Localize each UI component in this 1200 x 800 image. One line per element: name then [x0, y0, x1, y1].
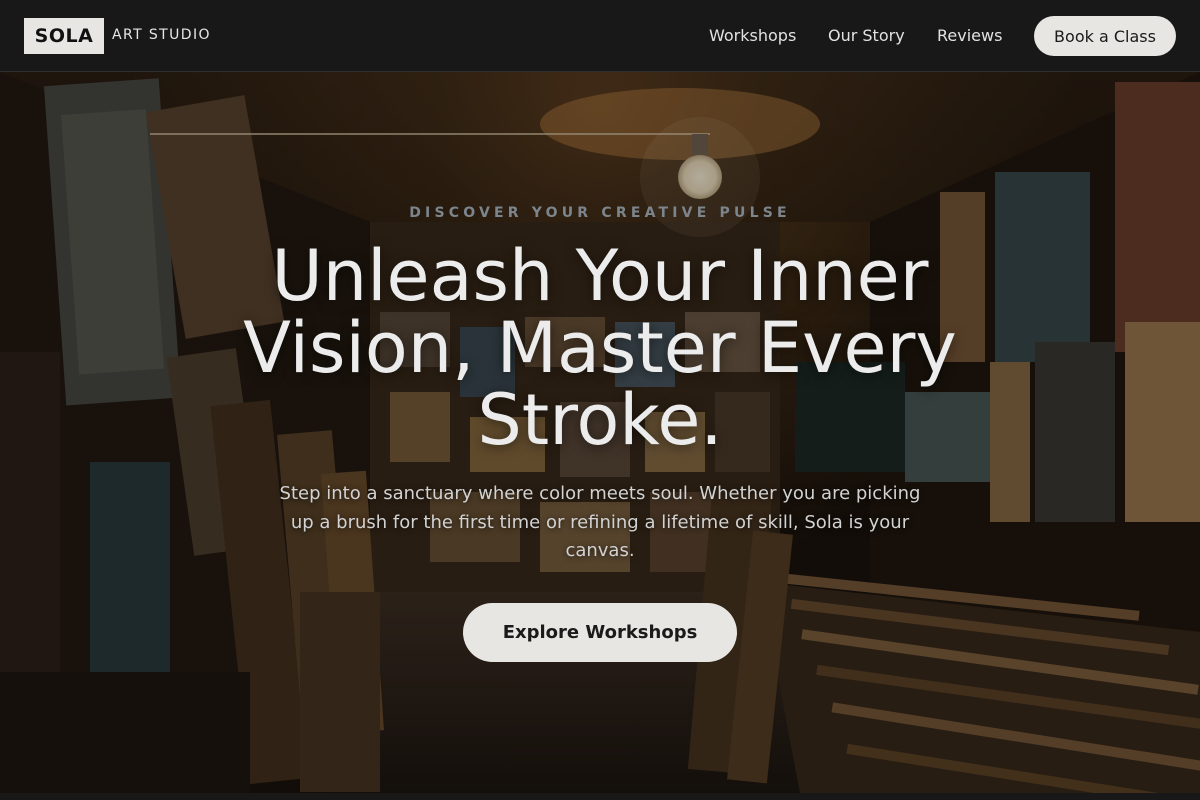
hero-eyebrow: DISCOVER YOUR CREATIVE PULSE — [409, 205, 791, 221]
page-bottom-edge — [0, 793, 1200, 800]
nav-reviews[interactable]: Reviews — [937, 26, 1002, 45]
explore-workshops-button[interactable]: Explore Workshops — [463, 603, 737, 662]
site-header: SOLA ART STUDIO Workshops Our Story Revi… — [0, 0, 1200, 72]
book-class-button[interactable]: Book a Class — [1034, 16, 1176, 56]
logo[interactable]: SOLA — [24, 18, 104, 54]
hero-section: DISCOVER YOUR CREATIVE PULSE Unleash You… — [0, 72, 1200, 793]
logo-subtitle: ART STUDIO — [112, 27, 211, 43]
nav-our-story[interactable]: Our Story — [828, 26, 905, 45]
hero-description: Step into a sanctuary where color meets … — [279, 483, 921, 561]
nav-workshops[interactable]: Workshops — [709, 26, 796, 45]
hero-headline: Unleash Your Inner Vision, Master Every … — [243, 235, 957, 461]
